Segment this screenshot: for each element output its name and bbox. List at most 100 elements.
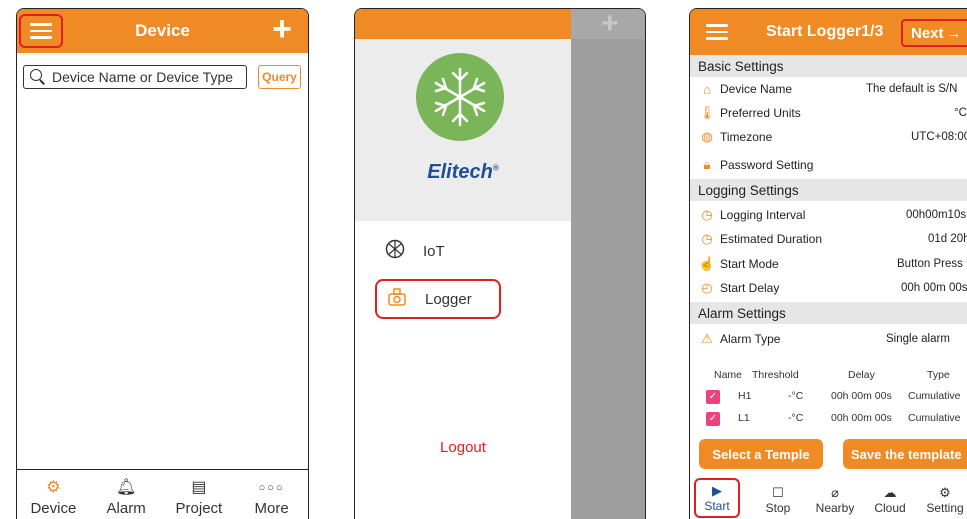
section-alarm-settings: Alarm Settings [690, 302, 967, 324]
tab-label: Alarm [106, 500, 146, 517]
alarm-row-h1: ✓ H1 -°C 00h 00m 00s Cumulative [690, 390, 967, 408]
clock-icon: ◷ [701, 231, 713, 246]
logger-screen: Start Logger1/3 Next → Basic Settings ⌂ … [689, 8, 967, 519]
search-placeholder: Device Name or Device Type [52, 69, 234, 85]
plus-icon[interactable]: + [272, 11, 292, 47]
logger-header: Start Logger1/3 Next → [690, 9, 967, 55]
alarm-light-icon: ⚠ [701, 331, 713, 346]
row-timezone[interactable]: ◍ Timezone UTC+08:00 [690, 125, 967, 149]
menu-item-label: Logger [425, 290, 472, 308]
tab-label: Stop [765, 501, 791, 515]
tab-label: Cloud [874, 501, 906, 515]
menu-icon [706, 24, 728, 40]
next-button[interactable]: Next → [901, 19, 967, 47]
logger-icon [387, 287, 409, 312]
alarm-table-header: Name Threshold Delay Type [690, 369, 967, 385]
menu-item-iot[interactable]: IoT [375, 231, 501, 271]
section-basic-settings: Basic Settings [690, 55, 967, 77]
row-label: Estimated Duration [720, 232, 823, 246]
checkbox-h1[interactable]: ✓ [706, 390, 720, 404]
row-label: Timezone [720, 130, 773, 144]
tab-cloud[interactable]: ☁ Cloud [870, 478, 910, 518]
tab-label: Project [175, 500, 223, 517]
tab-label: Start [704, 499, 730, 513]
tab-start[interactable]: ▶ Start [694, 478, 740, 518]
network-icon [385, 239, 407, 264]
tab-label: Device [30, 500, 77, 517]
alarm-type[interactable]: Cumulative [908, 412, 961, 424]
row-label: Start Delay [720, 281, 780, 295]
arrow-right-icon: → [946, 24, 962, 42]
compass-icon: ⌀ [831, 485, 839, 500]
row-password-setting[interactable]: 🔒︎ Password Setting [690, 153, 967, 177]
tab-alarm[interactable]: 🔔︎ Alarm [90, 470, 163, 519]
tab-nearby[interactable]: ⌀ Nearby [812, 478, 858, 518]
query-button[interactable]: Query [258, 65, 301, 89]
row-value: 00h00m10s [906, 209, 967, 221]
row-preferred-units[interactable]: 🌡︎ Preferred Units °C [690, 101, 967, 125]
row-start-mode[interactable]: ☝ Start Mode Button Press [690, 252, 967, 276]
thermometer-icon: 🌡︎ [698, 105, 716, 120]
col-delay: Delay [848, 369, 875, 381]
row-alarm-type[interactable]: ⚠ Alarm Type Single alarm [690, 327, 967, 351]
plus-icon: + [601, 8, 619, 40]
gear-icon: ⚙ [939, 485, 951, 500]
elitech-logo: Elitech® [427, 161, 499, 183]
row-value: 00h 00m 00s [901, 282, 967, 294]
row-value: The default is S/N [866, 83, 958, 95]
snowflake-logo-icon [416, 53, 504, 141]
search-icon [30, 69, 46, 85]
row-label: Device Name [720, 82, 793, 96]
more-icon: ○○○ [258, 482, 285, 494]
row-value: Single alarm [886, 333, 950, 345]
bell-icon: 🔔︎ [115, 479, 137, 496]
alarm-threshold[interactable]: -°C [788, 412, 803, 424]
tab-stop[interactable]: ☐ Stop [760, 478, 796, 518]
alarm-delay[interactable]: 00h 00m 00s [831, 412, 892, 424]
tab-more[interactable]: ○○○ More [235, 470, 308, 519]
alarm-type[interactable]: Cumulative [908, 390, 961, 402]
row-value: UTC+08:00 [911, 131, 967, 143]
row-value: Button Press [897, 258, 963, 270]
menu-item-label: IoT [423, 242, 445, 260]
row-estimated-duration[interactable]: ◷ Estimated Duration 01d 20h [690, 227, 967, 251]
row-label: Preferred Units [720, 106, 801, 120]
row-device-name[interactable]: ⌂ Device Name The default is S/N [690, 77, 967, 101]
tab-label: More [254, 500, 289, 517]
alarm-row-l1: ✓ L1 -°C 00h 00m 00s Cumulative [690, 412, 967, 430]
tab-label: Setting [926, 501, 964, 515]
menu-button[interactable] [706, 24, 728, 40]
stop-icon: ☐ [772, 485, 784, 500]
hand-icon: ☝ [698, 256, 716, 271]
tab-setting[interactable]: ⚙ Setting [922, 478, 967, 518]
col-threshold: Threshold [752, 369, 799, 381]
tab-project[interactable]: ▤ Project [163, 470, 236, 519]
next-label: Next [911, 24, 944, 42]
brand-panel: Elitech® [355, 39, 571, 221]
bottom-tab-bar: ⚙ Device 🔔︎ Alarm ▤ Project ○○○ More [17, 469, 308, 519]
timer-icon: ◴ [701, 280, 713, 295]
device-screen: Device + Device Name or Device Type Quer… [16, 8, 309, 519]
alarm-delay[interactable]: 00h 00m 00s [831, 390, 892, 402]
row-label: Logging Interval [720, 208, 806, 222]
save-template-button[interactable]: Save the template [843, 439, 967, 469]
menu-item-logger[interactable]: Logger [375, 279, 501, 319]
cloud-icon: ☁ [883, 485, 897, 500]
alarm-name: H1 [738, 390, 752, 402]
row-logging-interval[interactable]: ◷ Logging Interval 00h00m10s [690, 203, 967, 227]
checkbox-l1[interactable]: ✓ [706, 412, 720, 426]
device-header: Device + [17, 9, 308, 53]
document-icon: ▤ [191, 479, 207, 496]
logout-button[interactable]: Logout [355, 439, 571, 456]
col-name: Name [714, 369, 743, 381]
menu-screen: + Elitech® IoT Logger Logout [354, 8, 646, 519]
dim-overlay[interactable] [571, 9, 645, 519]
tab-device[interactable]: ⚙ Device [17, 470, 90, 519]
search-input[interactable]: Device Name or Device Type [23, 65, 247, 89]
alarm-threshold[interactable]: -°C [788, 390, 803, 402]
row-label: Start Mode [720, 257, 779, 271]
select-template-button[interactable]: Select a Temple [699, 439, 823, 469]
row-start-delay[interactable]: ◴ Start Delay 00h 00m 00s [690, 276, 967, 300]
col-type: Type [927, 369, 950, 381]
row-value: 01d 20h [928, 233, 967, 245]
